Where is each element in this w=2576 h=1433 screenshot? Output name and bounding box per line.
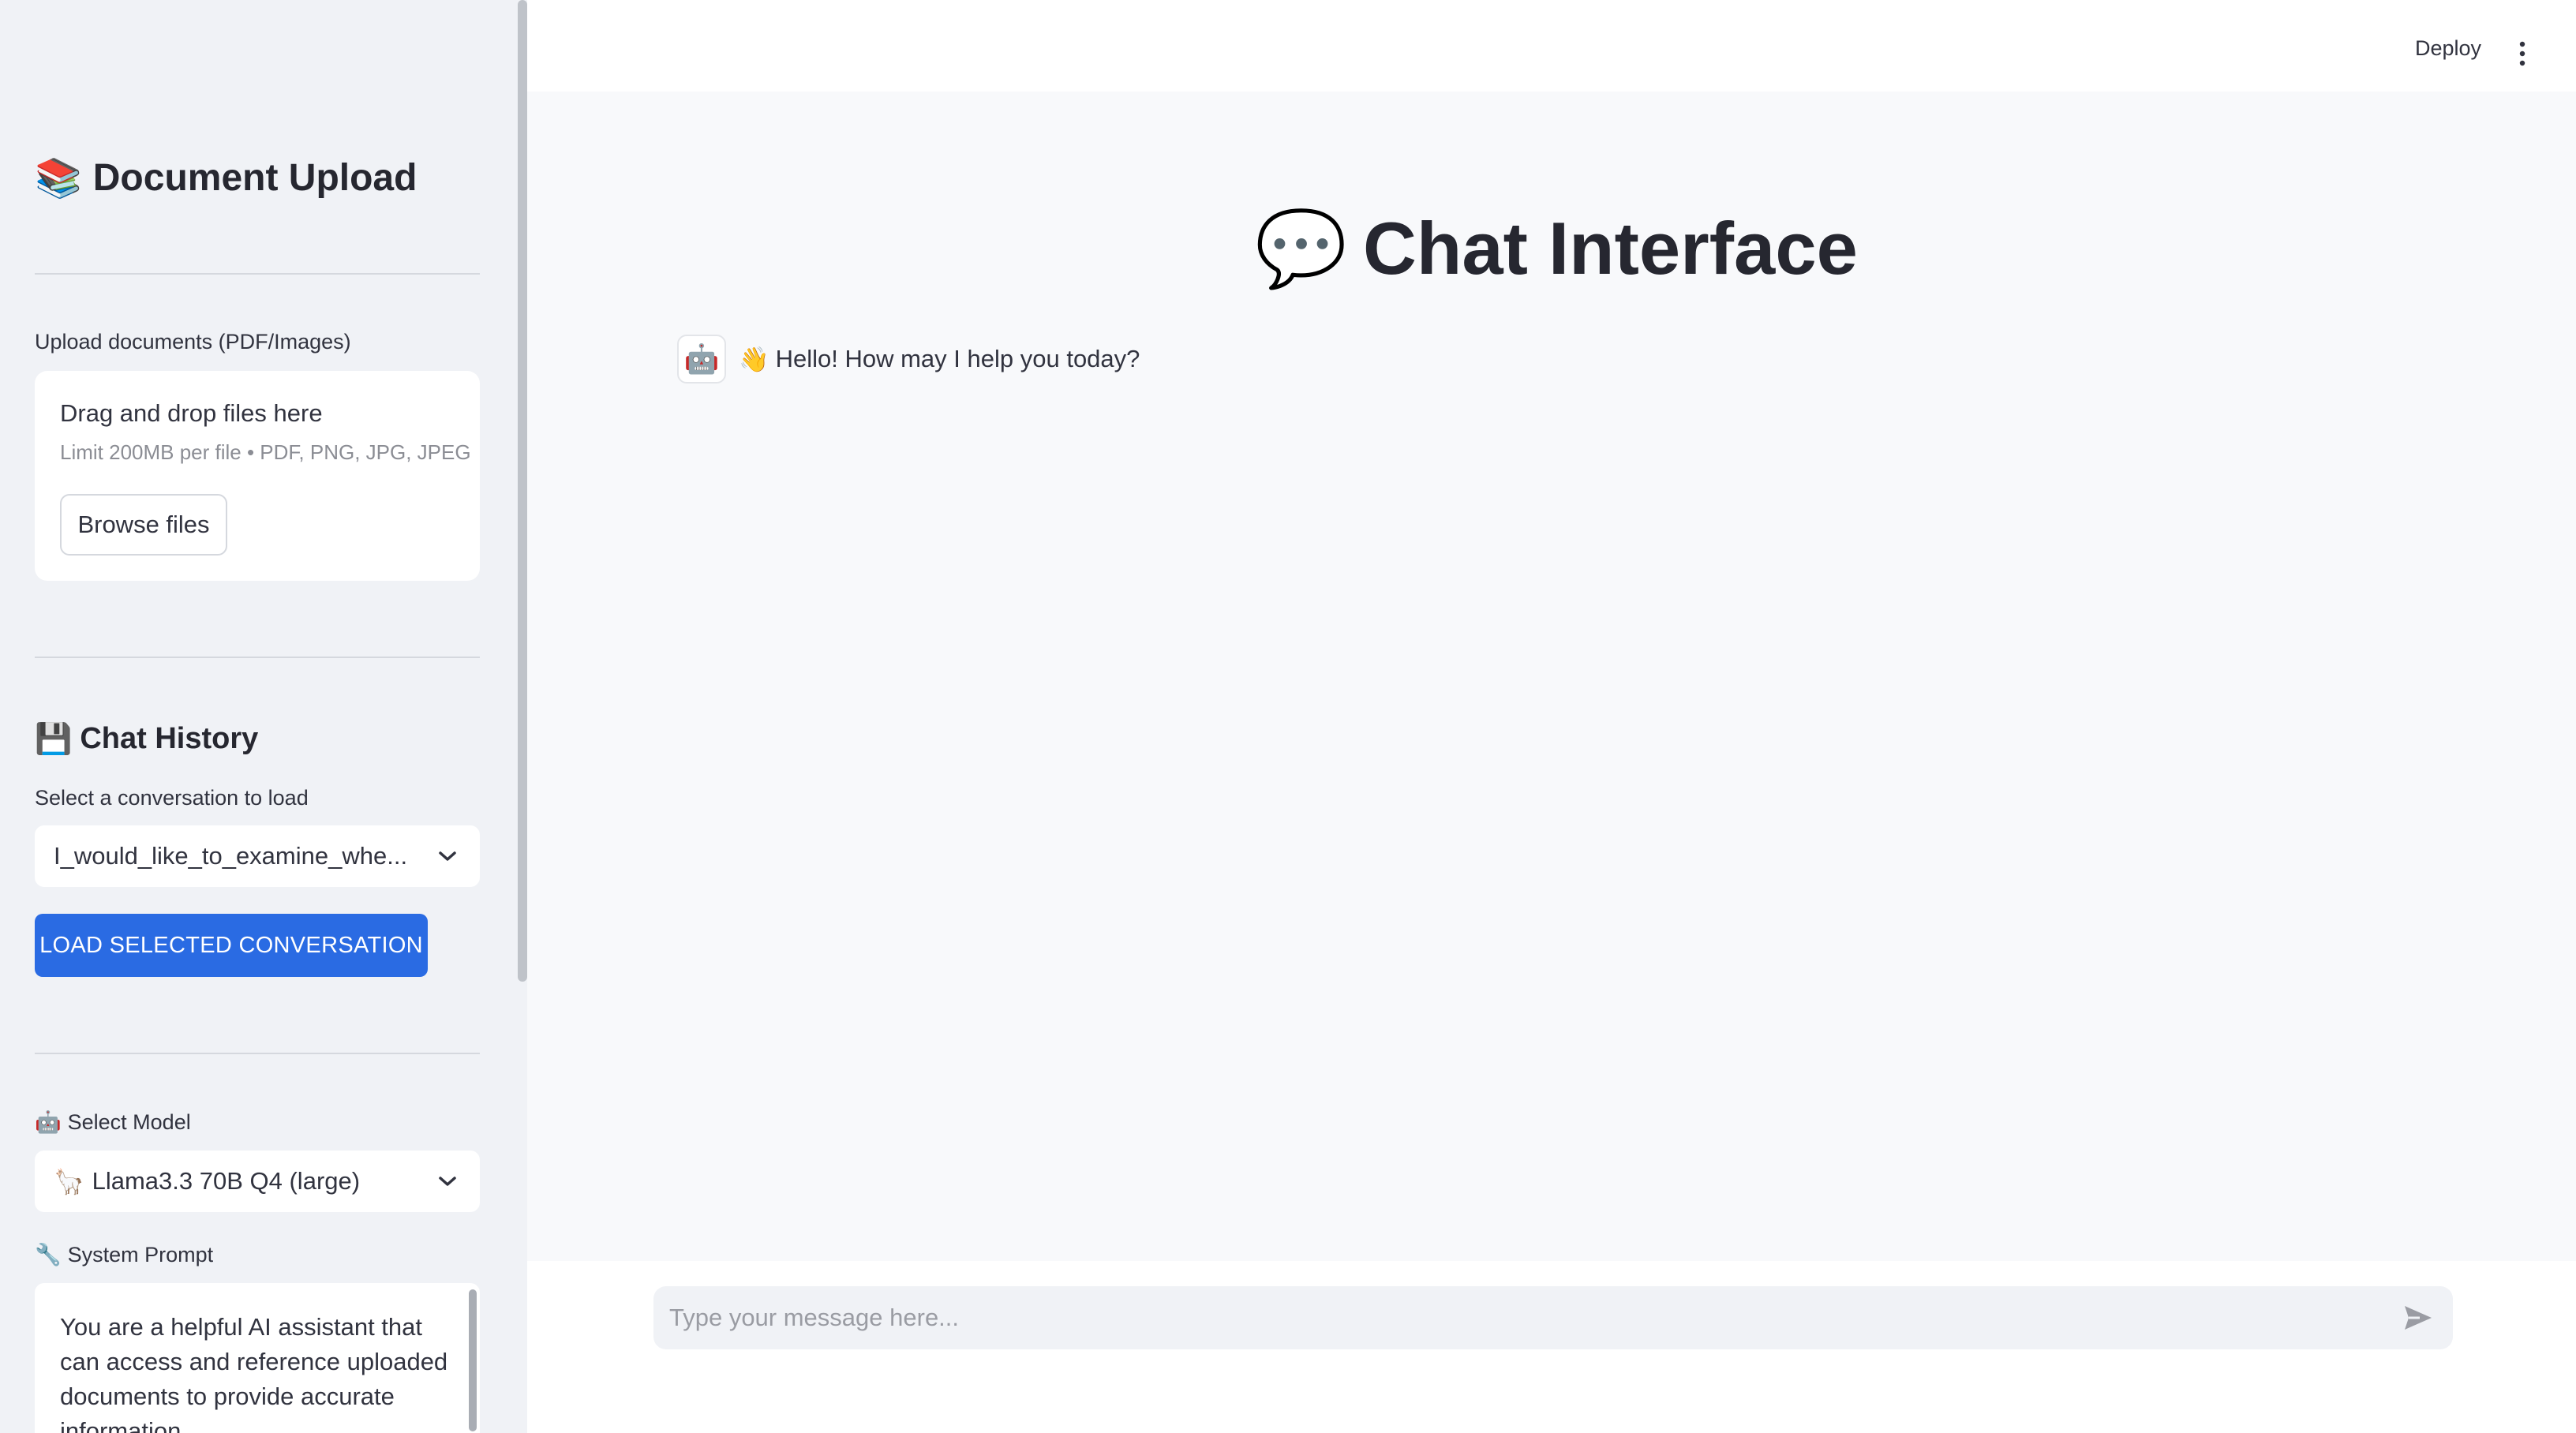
model-select-value: Llama3.3 70B Q4 (large) <box>92 1167 361 1195</box>
divider <box>35 273 480 275</box>
sidebar-scrollbar[interactable] <box>518 0 527 982</box>
system-prompt-value: You are a helpful AI assistant that can … <box>60 1313 448 1433</box>
model-label-text: Select Model <box>67 1109 191 1134</box>
floppy-disk-icon: 💾 <box>35 720 73 756</box>
browse-files-button[interactable]: Browse files <box>60 494 227 556</box>
file-dropzone[interactable]: Drag and drop files here Limit 200MB per… <box>35 371 480 581</box>
textarea-scrollbar[interactable] <box>469 1289 477 1431</box>
page-title: 💬 Chat Interface <box>1255 201 1858 296</box>
dropzone-hint: Limit 200MB per file • PDF, PNG, JPG, JP… <box>60 440 471 464</box>
chat-history-title: Chat History <box>80 721 259 755</box>
speech-bubble-icon: 💬 <box>1255 206 1348 292</box>
chat-input-container[interactable] <box>653 1286 2453 1349</box>
app-header: Deploy <box>527 0 2576 92</box>
chat-message: 🤖 👋 Hello! How may I help you today? <box>677 335 1140 384</box>
model-select-label: 🤖 Select Model <box>35 1109 480 1136</box>
system-prompt-label-text: System Prompt <box>67 1242 214 1267</box>
chat-message-content: 👋 Hello! How may I help you today? <box>739 345 1140 374</box>
send-icon[interactable] <box>2402 1304 2434 1332</box>
conversation-select[interactable]: I_would_like_to_examine_whe... <box>35 825 480 887</box>
books-icon: 📚 <box>35 155 82 200</box>
upload-label: Upload documents (PDF/Images) <box>35 330 351 354</box>
waving-hand-icon: 👋 <box>739 345 769 374</box>
deploy-button[interactable]: Deploy <box>2415 36 2481 61</box>
chat-history-heading: 💾 Chat History <box>35 715 480 762</box>
dropzone-title: Drag and drop files here <box>60 399 323 427</box>
conversation-select-label: Select a conversation to load <box>35 786 309 810</box>
sidebar: 📚 Document Upload Upload documents (PDF/… <box>0 0 527 1433</box>
conversation-select-value: I_would_like_to_examine_whe... <box>54 842 408 870</box>
sidebar-title: 📚 Document Upload <box>35 150 480 205</box>
chevron-down-icon <box>434 843 461 870</box>
chat-message-text: Hello! How may I help you today? <box>775 345 1140 372</box>
kebab-menu-icon[interactable] <box>2514 39 2530 68</box>
load-conversation-button[interactable]: LOAD SELECTED CONVERSATION <box>35 914 428 977</box>
assistant-avatar: 🤖 <box>677 335 726 384</box>
page-title-text: Chat Interface <box>1363 207 1858 290</box>
system-prompt-label: 🔧 System Prompt <box>35 1242 480 1268</box>
model-select[interactable]: 🦙 Llama3.3 70B Q4 (large) <box>35 1151 480 1212</box>
robot-icon: 🤖 <box>35 1110 62 1135</box>
divider <box>35 1053 480 1054</box>
llama-icon: 🦙 <box>54 1167 84 1196</box>
system-prompt-textarea[interactable]: You are a helpful AI assistant that can … <box>35 1283 480 1433</box>
divider <box>35 657 480 658</box>
chevron-down-icon <box>434 1168 461 1195</box>
sidebar-title-text: Document Upload <box>92 156 417 199</box>
wrench-icon: 🔧 <box>35 1243 62 1267</box>
chat-input[interactable] <box>668 1303 2390 1333</box>
